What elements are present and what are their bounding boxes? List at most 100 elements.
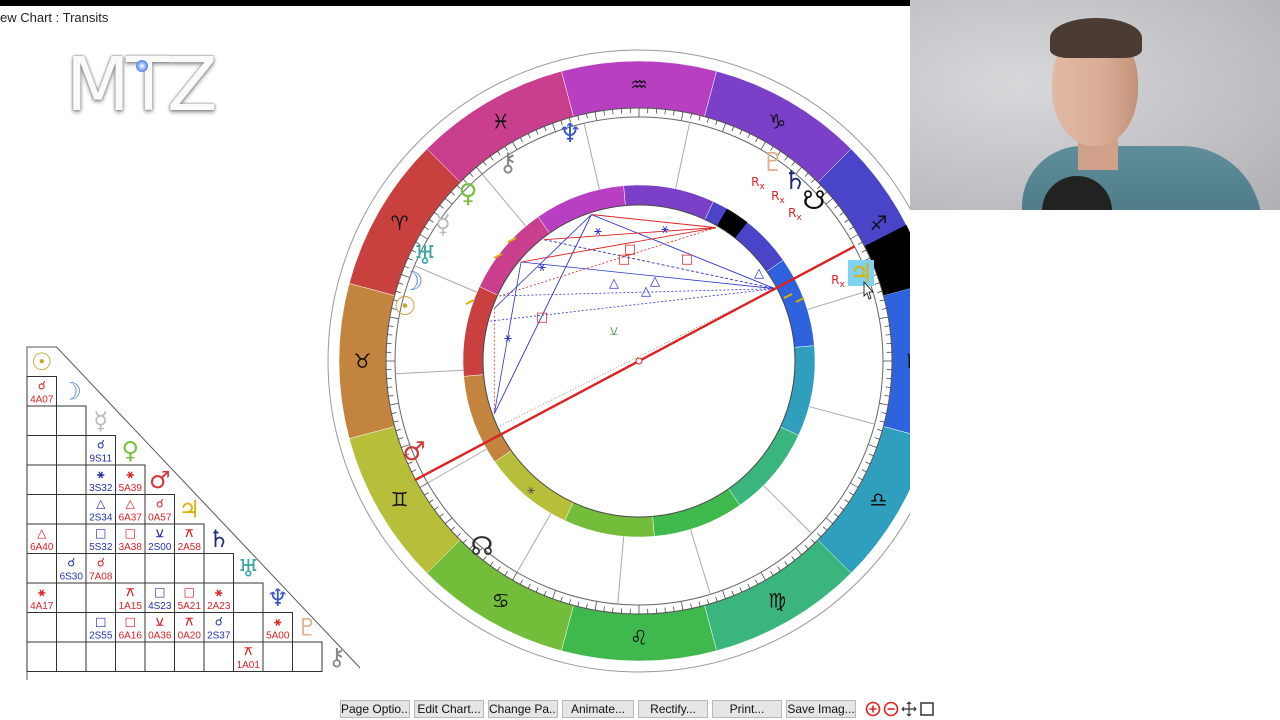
aspect-symbol: ⚹ — [214, 585, 223, 599]
aspect-grid-cell — [56, 494, 87, 525]
aspect-grid-cell — [56, 405, 87, 436]
sign-glyph-capricorn: ♑ — [768, 110, 786, 134]
aspect-grid-cell — [56, 523, 87, 554]
aspect-orb: 3S32 — [89, 483, 113, 494]
aspect-grid-cell — [56, 641, 87, 672]
transit-planet-jupiter: ♃ — [849, 259, 872, 289]
change-page-button[interactable]: Change Pa... — [488, 700, 558, 718]
sign-glyph-aries: ♈ — [391, 211, 409, 235]
aspect-grid-cell — [115, 553, 146, 584]
aspect-grid-cell — [203, 553, 234, 584]
grid-planet-glyph: ♆ — [267, 584, 289, 612]
sign-glyph-cancer: ♋ — [492, 588, 510, 612]
aspect-orb: 0A36 — [148, 631, 172, 642]
retrograde-letter: R — [788, 206, 796, 220]
aspect-grid-cell — [26, 612, 57, 643]
retrograde-subscript: x — [780, 196, 786, 206]
print-button[interactable]: Print... — [712, 700, 782, 718]
aspect-orb: 6A40 — [30, 542, 54, 553]
aspect-grid-cell — [85, 582, 116, 613]
rectify-button[interactable]: Rectify... — [638, 700, 708, 718]
aspect-marker: ⚹ — [527, 483, 535, 498]
aspect-grid-cell — [26, 553, 57, 584]
aspect-marker: △ — [609, 276, 619, 291]
aspect-orb: 2S55 — [89, 631, 113, 642]
zoom-in-icon[interactable] — [865, 701, 881, 717]
aspect-marker: □ — [618, 252, 630, 267]
aspect-orb: 5A21 — [178, 601, 202, 612]
aspect-grid: ☉☽ ☿ ♀ ♂♃ ♄♅ ♆♇ ⚷ ☌ 4A07 ☌ 9S11 ⚹ 3S32 ⚹ 5A39 △ 2S34 △ 6A3… — [26, 346, 360, 680]
grid-planet-glyph: ⚷ — [328, 643, 346, 671]
aspect-symbol: □ — [154, 585, 165, 599]
pan-icon[interactable] — [901, 701, 917, 717]
aspect-orb: 5A00 — [266, 631, 290, 642]
sign-glyph-libra: ♎ — [869, 487, 887, 511]
aspect-grid-cell — [292, 641, 323, 672]
aspect-orb: 6A16 — [119, 631, 143, 642]
retrograde-letter: R — [831, 273, 839, 287]
aspect-symbol: ☌ — [156, 497, 164, 511]
transit-planet-chiron: ⚷ — [498, 148, 517, 178]
aspect-grid-cell — [56, 582, 87, 613]
aspect-orb: 0A57 — [148, 513, 172, 524]
aspect-grid-cell — [26, 641, 57, 672]
aspect-marker: △ — [641, 284, 651, 299]
grid-planet-glyph: ♅ — [237, 555, 259, 583]
transit-planet-node: ☊ — [470, 532, 493, 562]
aspect-marker: ⚹ — [538, 260, 546, 275]
sign-glyph-sagittarius: ♐ — [869, 211, 887, 235]
aspect-symbol: ⚹ — [273, 615, 282, 629]
aspect-symbol: ☌ — [38, 379, 46, 393]
aspect-orb: 7A08 — [89, 572, 113, 583]
fit-icon[interactable] — [919, 701, 935, 717]
aspect-orb: 6A37 — [119, 513, 143, 524]
retrograde-subscript: x — [840, 280, 846, 290]
aspect-symbol: □ — [125, 526, 136, 540]
transit-planet-neptune: ♆ — [558, 119, 581, 149]
aspect-symbol: □ — [125, 615, 136, 629]
aspect-orb: 2S00 — [148, 542, 172, 553]
aspect-grid-cell — [26, 494, 57, 525]
sign-glyph-gemini: ♊ — [391, 487, 409, 511]
aspect-symbol: □ — [95, 526, 106, 540]
aspect-orb: 2S37 — [207, 631, 231, 642]
aspect-symbol: ⚻ — [185, 526, 193, 540]
aspect-orb: 9S11 — [89, 454, 112, 465]
aspect-orb: 3A38 — [119, 542, 143, 553]
aspect-grid-cell — [203, 641, 234, 672]
zoom-out-icon[interactable] — [883, 701, 899, 717]
aspect-orb: 2A58 — [178, 542, 202, 553]
aspect-symbol: ⚹ — [37, 585, 46, 599]
aspect-orb: 4S23 — [148, 601, 172, 612]
aspect-grid-cell — [56, 464, 87, 495]
aspect-marker: ⚹ — [504, 331, 512, 346]
aspect-symbol: ⚻ — [185, 615, 193, 629]
aspect-orb: 4A07 — [30, 395, 54, 406]
aspect-grid-cell — [174, 641, 205, 672]
aspect-grid-cell — [233, 582, 264, 613]
animate-button[interactable]: Animate... — [562, 700, 634, 718]
aspect-marker: ⚹ — [661, 222, 669, 237]
aspect-grid-cell — [262, 641, 293, 672]
aspect-grid-cell — [115, 641, 146, 672]
aspect-marker: ⚹ — [594, 224, 602, 239]
aspect-symbol: ⚹ — [96, 467, 105, 481]
grid-planet-glyph: ☿ — [93, 407, 108, 435]
aspect-marker: △ — [754, 266, 764, 281]
edit-chart-button[interactable]: Edit Chart... — [414, 700, 484, 718]
aspect-symbol: △ — [96, 497, 106, 511]
aspect-symbol: □ — [95, 615, 106, 629]
aspect-symbol: ☌ — [67, 556, 75, 570]
page-options-button[interactable]: Page Optio... — [340, 700, 410, 718]
grid-planet-glyph: ♃ — [178, 496, 200, 524]
save-image-button[interactable]: Save Imag... — [786, 700, 856, 718]
sign-glyph-scorpio: ♏ — [907, 349, 910, 373]
aspect-marker: □ — [681, 252, 693, 267]
aspect-grid-cell — [26, 405, 57, 436]
aspect-orb: 2S34 — [89, 513, 113, 524]
aspect-orb: 2A23 — [207, 601, 231, 612]
aspect-symbol: ⚻ — [126, 585, 134, 599]
retrograde-subscript: x — [760, 182, 766, 192]
aspect-orb: 4A17 — [30, 601, 54, 612]
aspect-grid-cell — [56, 612, 87, 643]
